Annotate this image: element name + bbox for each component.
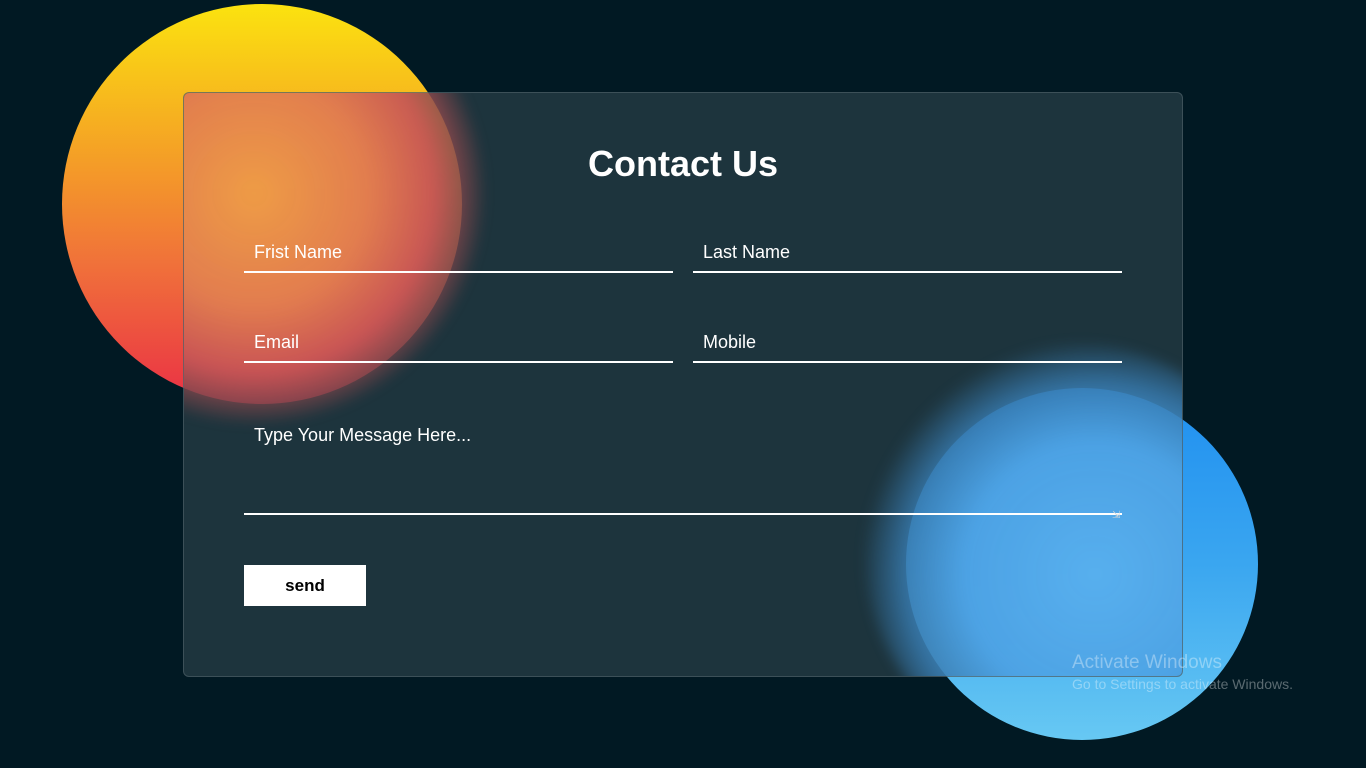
message-field-wrapper: ⇲ — [244, 415, 1122, 521]
mobile-field-wrapper — [693, 323, 1122, 363]
windows-activation-watermark: Activate Windows Go to Settings to activ… — [1072, 652, 1293, 694]
resize-handle-icon[interactable]: ⇲ — [1112, 511, 1122, 521]
email-field-wrapper — [244, 323, 673, 363]
contact-card: Contact Us ⇲ send — [183, 92, 1183, 677]
watermark-title: Activate Windows — [1072, 652, 1222, 673]
first-name-input[interactable] — [244, 233, 673, 271]
mobile-input[interactable] — [693, 323, 1122, 361]
first-name-field-wrapper — [244, 233, 673, 273]
last-name-field-wrapper — [693, 233, 1122, 273]
watermark-subtitle: Go to Settings to activate Windows. — [1072, 676, 1293, 692]
send-button[interactable]: send — [244, 565, 366, 606]
last-name-input[interactable] — [693, 233, 1122, 271]
page-background: Contact Us ⇲ send Activate Windows Go to… — [0, 0, 1366, 768]
page-title: Contact Us — [587, 143, 779, 184]
message-textarea[interactable] — [244, 415, 1122, 513]
email-input[interactable] — [244, 323, 673, 361]
